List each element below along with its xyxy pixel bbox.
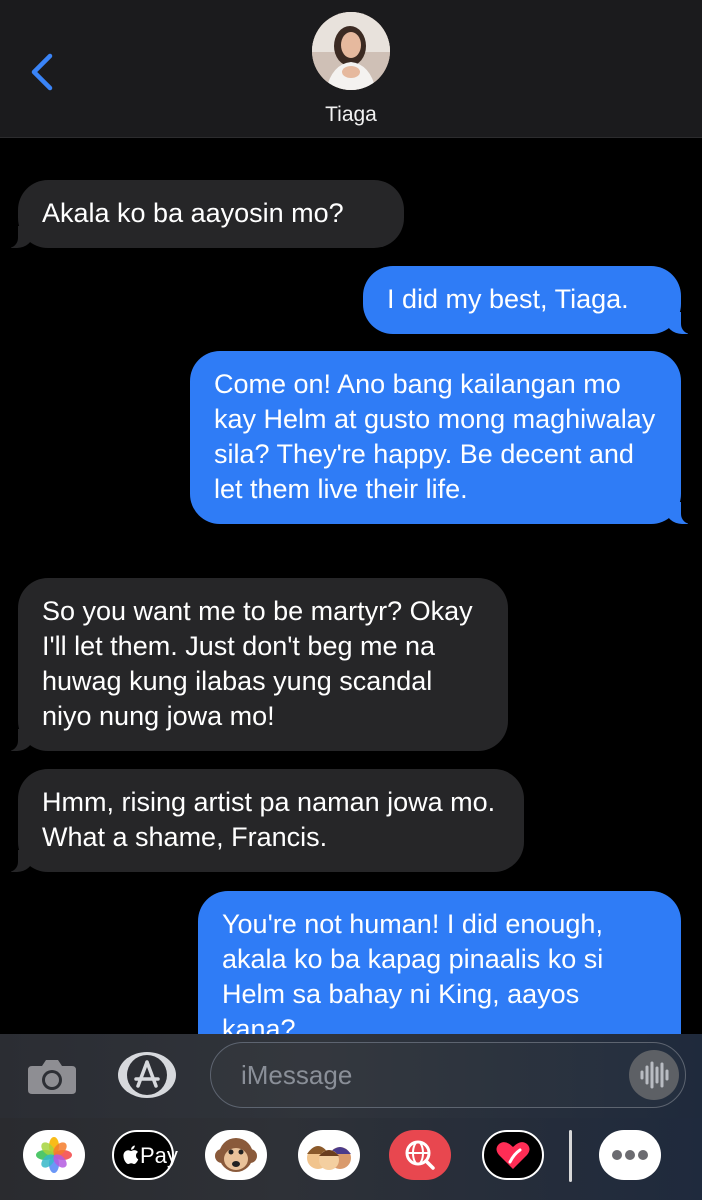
message-text: Come on! Ano bang kailangan mo kay Helm … — [214, 369, 656, 504]
camera-icon — [28, 1060, 76, 1094]
message-bubble-outgoing[interactable]: Come on! Ano bang kailangan mo kay Helm … — [190, 351, 693, 524]
chevron-left-icon — [31, 53, 53, 91]
apple-pay-icon — [123, 1145, 139, 1164]
apple-pay-label: Pay — [140, 1143, 178, 1168]
web-search-icon — [405, 1140, 435, 1170]
drawer-divider — [569, 1130, 572, 1182]
conversation-header: Tiaga — [0, 0, 702, 138]
message-input-placeholder: iMessage — [241, 1060, 353, 1090]
message-bubble-outgoing[interactable]: You're not human! I did enough, akala ko… — [198, 891, 681, 1034]
app-store-button[interactable] — [118, 1052, 176, 1098]
memoji-icon — [307, 1146, 351, 1170]
message-text: Hmm, rising artist pa naman jowa mo. Wha… — [42, 787, 496, 852]
message-input[interactable]: iMessage — [210, 1042, 686, 1108]
more-icon — [612, 1150, 648, 1160]
back-button[interactable] — [22, 48, 62, 96]
app-store-icon — [127, 1055, 167, 1095]
more-apps-button[interactable] — [599, 1130, 661, 1180]
digital-touch-button[interactable] — [482, 1130, 544, 1180]
message-text: So you want me to be martyr? Okay I'll l… — [42, 596, 473, 731]
waveform-icon — [640, 1061, 669, 1089]
message-text: Akala ko ba aayosin mo? — [42, 198, 344, 228]
message-bubble-incoming[interactable]: So you want me to be martyr? Okay I'll l… — [6, 578, 508, 751]
audio-message-button[interactable] — [629, 1050, 679, 1100]
message-text: I did my best, Tiaga. — [387, 284, 629, 314]
message-bubble-incoming[interactable]: Hmm, rising artist pa naman jowa mo. Wha… — [6, 769, 524, 872]
apple-pay-button[interactable]: Pay — [112, 1130, 178, 1180]
app-drawer: Pay — [0, 1118, 702, 1200]
memoji-button[interactable] — [298, 1130, 360, 1180]
photos-app-button[interactable] — [23, 1130, 85, 1180]
contact-avatar[interactable] — [312, 12, 390, 90]
message-bubble-incoming[interactable]: Akala ko ba aayosin mo? — [6, 180, 404, 248]
animoji-button[interactable] — [205, 1130, 267, 1180]
camera-button[interactable] — [24, 1054, 80, 1098]
web-search-button[interactable] — [389, 1130, 451, 1180]
digital-touch-icon — [496, 1142, 530, 1169]
message-thread[interactable]: Akala ko ba aayosin mo? I did my best, T… — [0, 137, 702, 1034]
message-bubble-outgoing[interactable]: I did my best, Tiaga. — [363, 266, 693, 334]
message-text: You're not human! I did enough, akala ko… — [222, 909, 604, 1034]
message-composer: iMessage — [0, 1034, 702, 1118]
animoji-monkey-icon — [215, 1138, 257, 1172]
photos-icon — [36, 1137, 72, 1173]
contact-name[interactable]: Tiaga — [0, 103, 702, 127]
